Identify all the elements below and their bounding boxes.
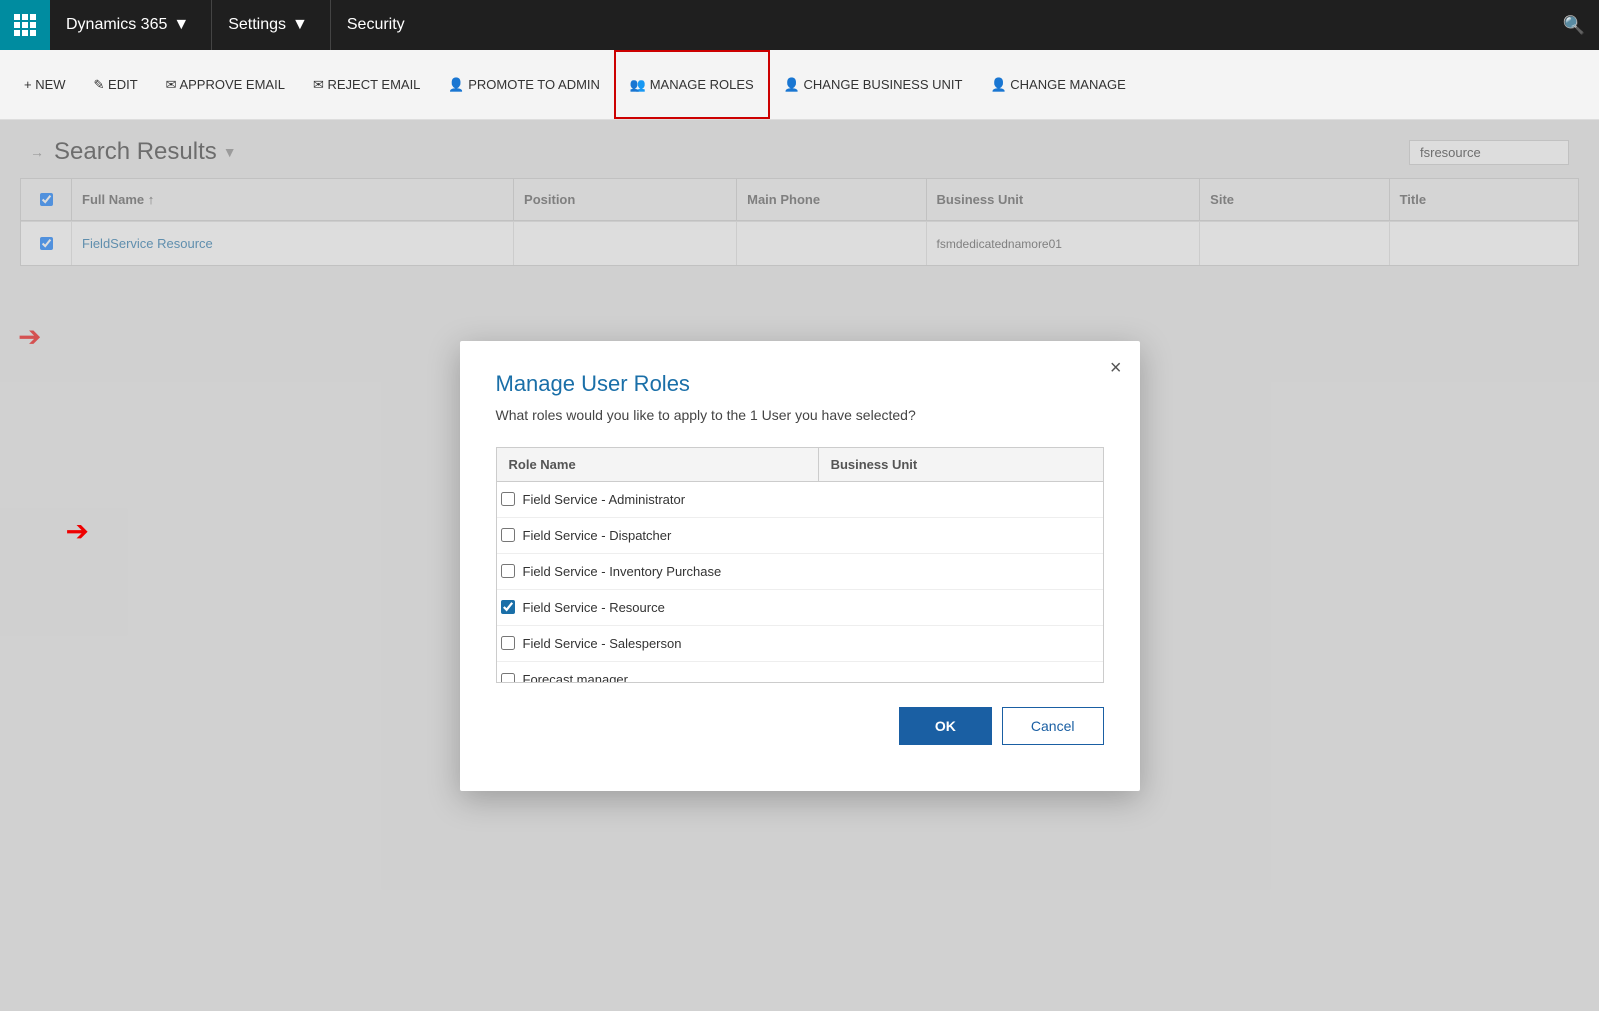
search-icon[interactable]: 🔍 <box>1549 0 1599 50</box>
modal-overlay: Manage User Roles What roles would you l… <box>0 120 1599 1011</box>
role-row: Field Service - Inventory Purchase <box>497 554 1103 590</box>
role-row: Field Service - Resource <box>497 590 1103 626</box>
role-checkbox-4[interactable] <box>501 636 515 650</box>
nav-settings[interactable]: Settings ▼ <box>212 0 331 50</box>
role-name-5: Forecast manager <box>523 672 1099 682</box>
apps-icon[interactable] <box>0 0 50 50</box>
manage-roles-button[interactable]: 👥 MANAGE ROLES <box>614 50 770 119</box>
nav-module: Security <box>331 0 421 50</box>
new-button[interactable]: + NEW <box>10 50 80 119</box>
nav-brand[interactable]: Dynamics 365 ▼ <box>50 0 212 50</box>
change-manage-button[interactable]: 👤 CHANGE MANAGE <box>976 50 1139 119</box>
modal-buttons: OK Cancel <box>496 707 1104 745</box>
role-table: Role Name Business Unit Field Service - … <box>496 447 1104 683</box>
modal-arrow-indicator: ➔ <box>66 514 89 547</box>
top-navigation: Dynamics 365 ▼ Settings ▼ Security 🔍 <box>0 0 1599 50</box>
role-name-1: Field Service - Dispatcher <box>523 528 1099 543</box>
brand-label: Dynamics 365 <box>66 16 167 34</box>
settings-label: Settings <box>228 16 286 34</box>
role-checkbox-2[interactable] <box>501 564 515 578</box>
role-col-name: Role Name <box>497 448 819 481</box>
modal-subtitle: What roles would you like to apply to th… <box>496 407 1104 423</box>
reject-email-button[interactable]: ✉ REJECT EMAIL <box>299 50 434 119</box>
role-col-bu: Business Unit <box>819 457 1103 472</box>
role-row: Field Service - Administrator <box>497 482 1103 518</box>
modal-close-button[interactable]: × <box>1110 357 1122 380</box>
role-name-3: Field Service - Resource <box>523 600 1099 615</box>
role-name-2: Field Service - Inventory Purchase <box>523 564 1099 579</box>
change-bu-button[interactable]: 👤 CHANGE BUSINESS UNIT <box>770 50 977 119</box>
edit-button[interactable]: ✎ EDIT <box>80 50 152 119</box>
action-toolbar: + NEW ✎ EDIT ✉ APPROVE EMAIL ✉ REJECT EM… <box>0 50 1599 120</box>
brand-dropdown-icon: ▼ <box>173 16 189 34</box>
role-row: Field Service - Salesperson <box>497 626 1103 662</box>
role-name-4: Field Service - Salesperson <box>523 636 1099 651</box>
manage-roles-modal: Manage User Roles What roles would you l… <box>460 341 1140 791</box>
modal-title: Manage User Roles <box>496 371 1104 397</box>
role-checkbox-1[interactable] <box>501 528 515 542</box>
role-checkbox-3[interactable] <box>501 600 515 614</box>
role-table-header: Role Name Business Unit <box>497 448 1103 482</box>
role-checkbox-5[interactable] <box>501 673 515 682</box>
approve-email-button[interactable]: ✉ APPROVE EMAIL <box>152 50 299 119</box>
module-label: Security <box>347 16 405 34</box>
cancel-button[interactable]: Cancel <box>1002 707 1104 745</box>
role-checkbox-0[interactable] <box>501 492 515 506</box>
ok-button[interactable]: OK <box>899 707 992 745</box>
promote-admin-button[interactable]: 👤 PROMOTE TO ADMIN <box>434 50 614 119</box>
role-row: Forecast manager <box>497 662 1103 682</box>
settings-dropdown-icon: ▼ <box>292 16 308 34</box>
role-list: Field Service - Administrator Field Servi… <box>497 482 1103 682</box>
role-row: Field Service - Dispatcher <box>497 518 1103 554</box>
role-name-0: Field Service - Administrator <box>523 492 1099 507</box>
content-area: → Search Results ▼ ➔ Full Name ↑ Positio… <box>0 120 1599 1011</box>
